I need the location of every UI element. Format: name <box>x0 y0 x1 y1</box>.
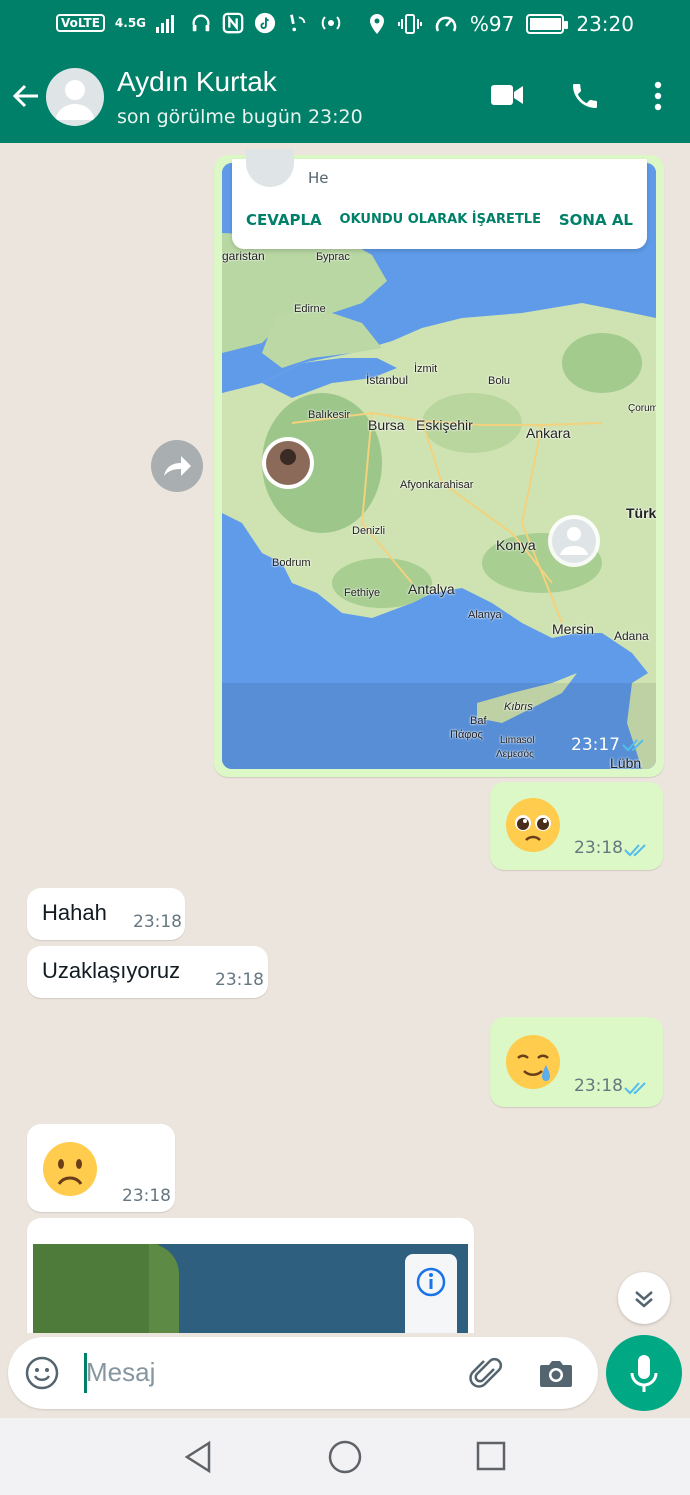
map-label: Bodrum <box>272 557 311 569</box>
emoji-icon[interactable] <box>24 1355 60 1391</box>
nfc-icon <box>222 12 244 34</box>
last-seen: son görülme bugün 23:20 <box>117 106 363 128</box>
map-label: Antalya <box>408 581 455 597</box>
battery-icon <box>526 14 569 34</box>
map-screenshot-image <box>33 1244 468 1333</box>
read-ticks-icon <box>624 1082 646 1095</box>
map-label: Πάφος <box>450 729 483 741</box>
image-message[interactable] <box>27 1218 474 1333</box>
map-label: Mersin <box>552 621 595 637</box>
message-bubble-outgoing[interactable]: 23:18 <box>490 782 663 870</box>
app-header: VoLTE 4.5G %97 23:20 Aydın Kurtak son gö… <box>0 0 690 143</box>
scroll-to-bottom-button[interactable] <box>618 1272 670 1324</box>
data-saver-icon <box>435 16 457 32</box>
status-bar: VoLTE 4.5G %97 23:20 <box>0 0 690 52</box>
pleading-face-emoji <box>506 798 560 852</box>
map-label: Baf <box>470 715 487 727</box>
map-label: Afyonkarahisar <box>400 479 474 491</box>
message-bubble-incoming[interactable]: Hahah 23:18 <box>27 888 185 940</box>
smiling-tear-emoji <box>506 1035 560 1089</box>
message-input[interactable]: Mesaj <box>86 1357 155 1388</box>
nav-home-icon[interactable] <box>327 1439 363 1475</box>
forward-button[interactable] <box>151 440 203 492</box>
map-label: Alanya <box>468 609 502 621</box>
notification-reply-button[interactable]: CEVAPLA <box>246 211 322 229</box>
message-time: 23:18 <box>574 838 623 858</box>
map-label: Edirne <box>294 303 326 315</box>
message-bubble-outgoing[interactable]: 23:18 <box>490 1017 663 1107</box>
map-label: Limasol <box>500 735 535 746</box>
message-time: 23:18 <box>215 970 264 990</box>
map-label: İzmit <box>414 363 438 375</box>
map-label: Fethiye <box>344 587 381 599</box>
message-notification[interactable]: He CEVAPLA OKUNDU OLARAK İŞARETLE SONA A… <box>232 149 647 249</box>
map-label: Бургас <box>316 251 350 263</box>
vibrate-icon <box>397 14 422 34</box>
default-avatar-icon <box>55 80 95 120</box>
notification-avatar <box>246 149 294 187</box>
location-map[interactable]: garistan Бургас Edirne İstanbul İzmit Bo… <box>222 163 656 769</box>
nav-recents-icon[interactable] <box>475 1440 507 1472</box>
contact-name[interactable]: Aydın Kurtak <box>117 66 277 98</box>
notification-message: He <box>308 169 329 187</box>
signal-icon <box>156 15 175 33</box>
read-ticks-icon <box>624 844 646 857</box>
message-bubble-incoming[interactable]: Uzaklaşıyoruz 23:18 <box>27 946 268 998</box>
map-image <box>222 163 656 769</box>
map-label: Lübn <box>610 755 642 769</box>
map-label: Balıkesir <box>308 409 351 421</box>
message-time: 23:17 <box>571 735 620 755</box>
message-composer[interactable]: Mesaj <box>8 1337 598 1409</box>
map-label: Ankara <box>526 425 571 441</box>
map-label: garistan <box>222 249 265 263</box>
camera-icon[interactable] <box>538 1357 574 1389</box>
status-time: 23:20 <box>576 12 634 36</box>
map-label: Türk <box>626 505 656 521</box>
map-label: Bolu <box>488 375 511 387</box>
system-nav-bar <box>0 1418 690 1495</box>
nav-back-icon[interactable] <box>182 1440 214 1474</box>
frowning-face-emoji <box>43 1142 97 1196</box>
map-label: Eskişehir <box>416 417 473 433</box>
map-label: Çorum <box>628 403 656 414</box>
message-time: 23:18 <box>133 912 182 932</box>
network-type: 4.5G <box>114 16 147 30</box>
notification-stop-button[interactable]: SONA AL <box>559 211 633 229</box>
map-label: İstanbul <box>366 373 409 387</box>
message-time: 23:18 <box>122 1186 171 1206</box>
map-label: Adana <box>614 629 649 643</box>
contact-avatar[interactable] <box>46 68 104 126</box>
microphone-icon <box>630 1355 658 1392</box>
volte-indicator: VoLTE <box>56 14 105 32</box>
chat-area[interactable]: garistan Бургас Edirne İstanbul İzmit Bo… <box>0 143 690 1333</box>
map-label: Λεμεσός <box>496 749 534 760</box>
map-label: Kıbrıs <box>504 701 533 713</box>
tiktok-icon <box>254 12 276 34</box>
wifi-call-icon <box>290 14 306 32</box>
read-ticks-icon <box>622 739 644 752</box>
chevron-down-icon <box>635 1291 653 1308</box>
voice-message-button[interactable] <box>606 1335 682 1411</box>
battery-percent: %97 <box>469 12 515 36</box>
back-arrow-icon[interactable] <box>10 80 42 112</box>
forward-icon <box>164 456 191 476</box>
video-call-icon[interactable] <box>490 82 524 108</box>
map-label: Denizli <box>352 525 386 537</box>
message-text: Hahah <box>42 900 107 925</box>
message-bubble-incoming[interactable]: 23:18 <box>27 1124 175 1212</box>
attachment-icon[interactable] <box>468 1355 506 1393</box>
message-text: Uzaklaşıyoruz <box>42 958 181 983</box>
map-label: Bursa <box>368 417 405 433</box>
phone-icon[interactable] <box>569 80 601 112</box>
info-icon <box>416 1267 446 1297</box>
headphones-icon <box>192 14 210 32</box>
hotspot-icon <box>321 16 341 30</box>
more-vert-icon[interactable] <box>654 80 662 112</box>
map-label: Konya <box>496 537 536 553</box>
location-icon <box>369 14 384 34</box>
notification-mark-read-button[interactable]: OKUNDU OLARAK İŞARETLE <box>340 211 541 229</box>
message-time: 23:18 <box>574 1076 623 1096</box>
